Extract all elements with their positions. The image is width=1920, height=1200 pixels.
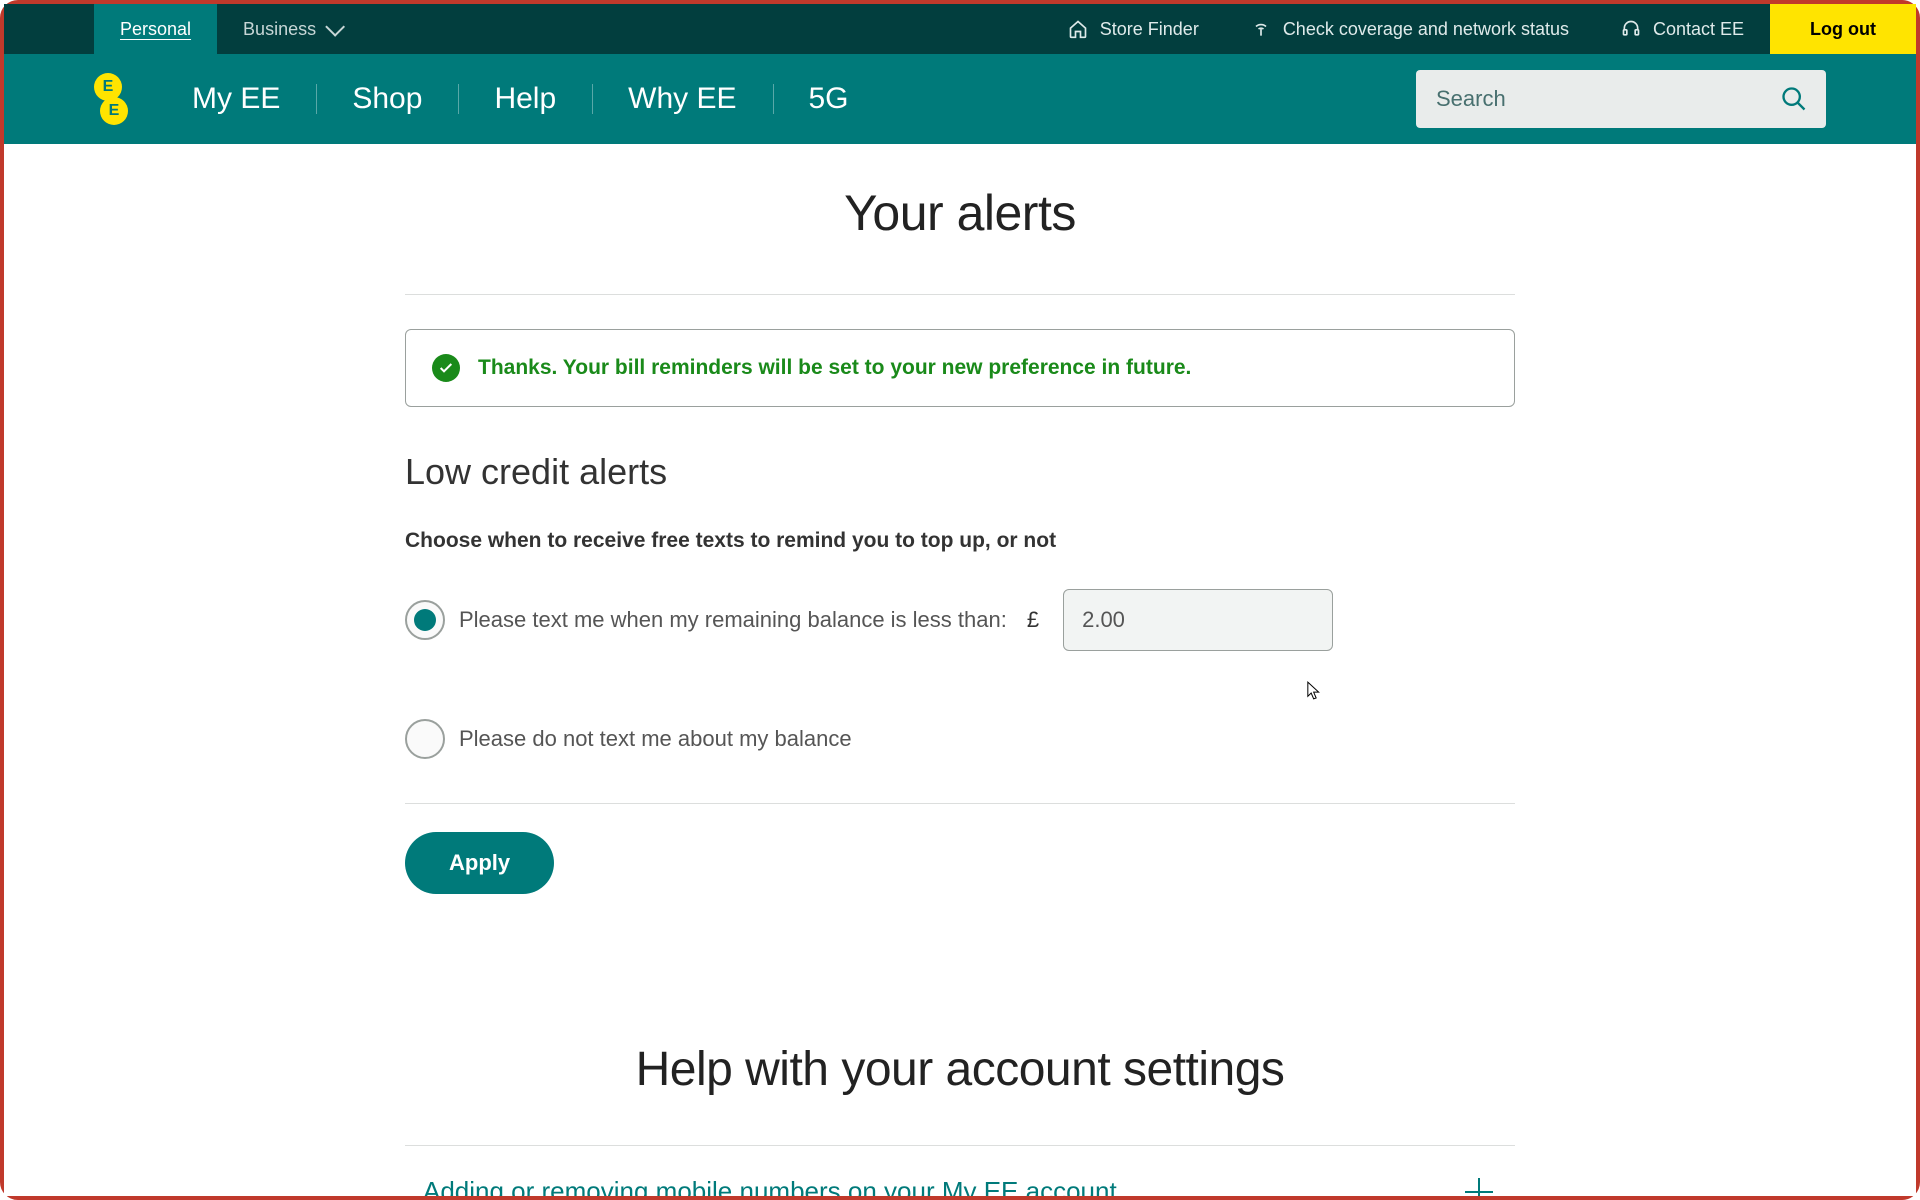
home-icon [1068,19,1088,39]
link-store-finder[interactable]: Store Finder [1042,4,1225,54]
tab-business-label: Business [243,19,316,40]
apply-button[interactable]: Apply [405,832,554,894]
page-title: Your alerts [405,184,1515,242]
main-nav: E E My EE Shop Help Why EE 5G [4,54,1916,144]
ee-logo[interactable]: E E [94,73,122,125]
amount-input[interactable] [1063,589,1333,651]
radio-text-me-label: Please text me when my remaining balance… [459,607,1007,633]
nav-help[interactable]: Help [458,82,592,116]
nav-why-ee[interactable]: Why EE [592,82,772,116]
accordion-label-1: Adding or removing mobile numbers on you… [423,1176,1117,1196]
tab-business[interactable]: Business [217,4,366,54]
radio-text-me[interactable] [405,600,445,640]
radio-no-text[interactable] [405,719,445,759]
tab-personal[interactable]: Personal [94,4,217,54]
nav-5g[interactable]: 5G [773,82,885,116]
nav-shop[interactable]: Shop [316,82,458,116]
check-circle-icon [432,354,460,382]
link-contact[interactable]: Contact EE [1595,4,1770,54]
currency-symbol: £ [1027,607,1039,633]
logo-bubble-2: E [100,97,128,125]
chevron-down-icon [325,17,345,37]
tab-personal-label: Personal [120,19,191,40]
radio-row-text-me: Please text me when my remaining balance… [405,589,1515,651]
divider [405,294,1515,295]
radio-row-no-text: Please do not text me about my balance [405,719,1515,759]
signal-icon [1251,19,1271,39]
accordion-item-1[interactable]: Adding or removing mobile numbers on you… [405,1145,1515,1196]
link-store-finder-label: Store Finder [1100,19,1199,40]
search-input[interactable] [1436,86,1774,112]
section-subtitle: Choose when to receive free texts to rem… [405,529,1515,553]
help-title: Help with your account settings [405,1042,1515,1097]
link-coverage-label: Check coverage and network status [1283,19,1569,40]
logout-label: Log out [1810,19,1876,40]
headset-icon [1621,19,1641,39]
nav-my-ee[interactable]: My EE [156,82,316,116]
search-button[interactable] [1774,79,1814,119]
search-box[interactable] [1416,70,1826,128]
utility-bar: Personal Business Store Finder Check cov… [4,4,1916,54]
section-title: Low credit alerts [405,451,1515,493]
success-message: Thanks. Your bill reminders will be set … [478,356,1191,380]
success-alert: Thanks. Your bill reminders will be set … [405,329,1515,407]
link-coverage[interactable]: Check coverage and network status [1225,4,1595,54]
radio-no-text-label: Please do not text me about my balance [459,726,852,752]
search-icon [1780,85,1808,113]
divider [405,803,1515,804]
logout-button[interactable]: Log out [1770,4,1916,54]
link-contact-label: Contact EE [1653,19,1744,40]
plus-icon [1465,1178,1493,1197]
